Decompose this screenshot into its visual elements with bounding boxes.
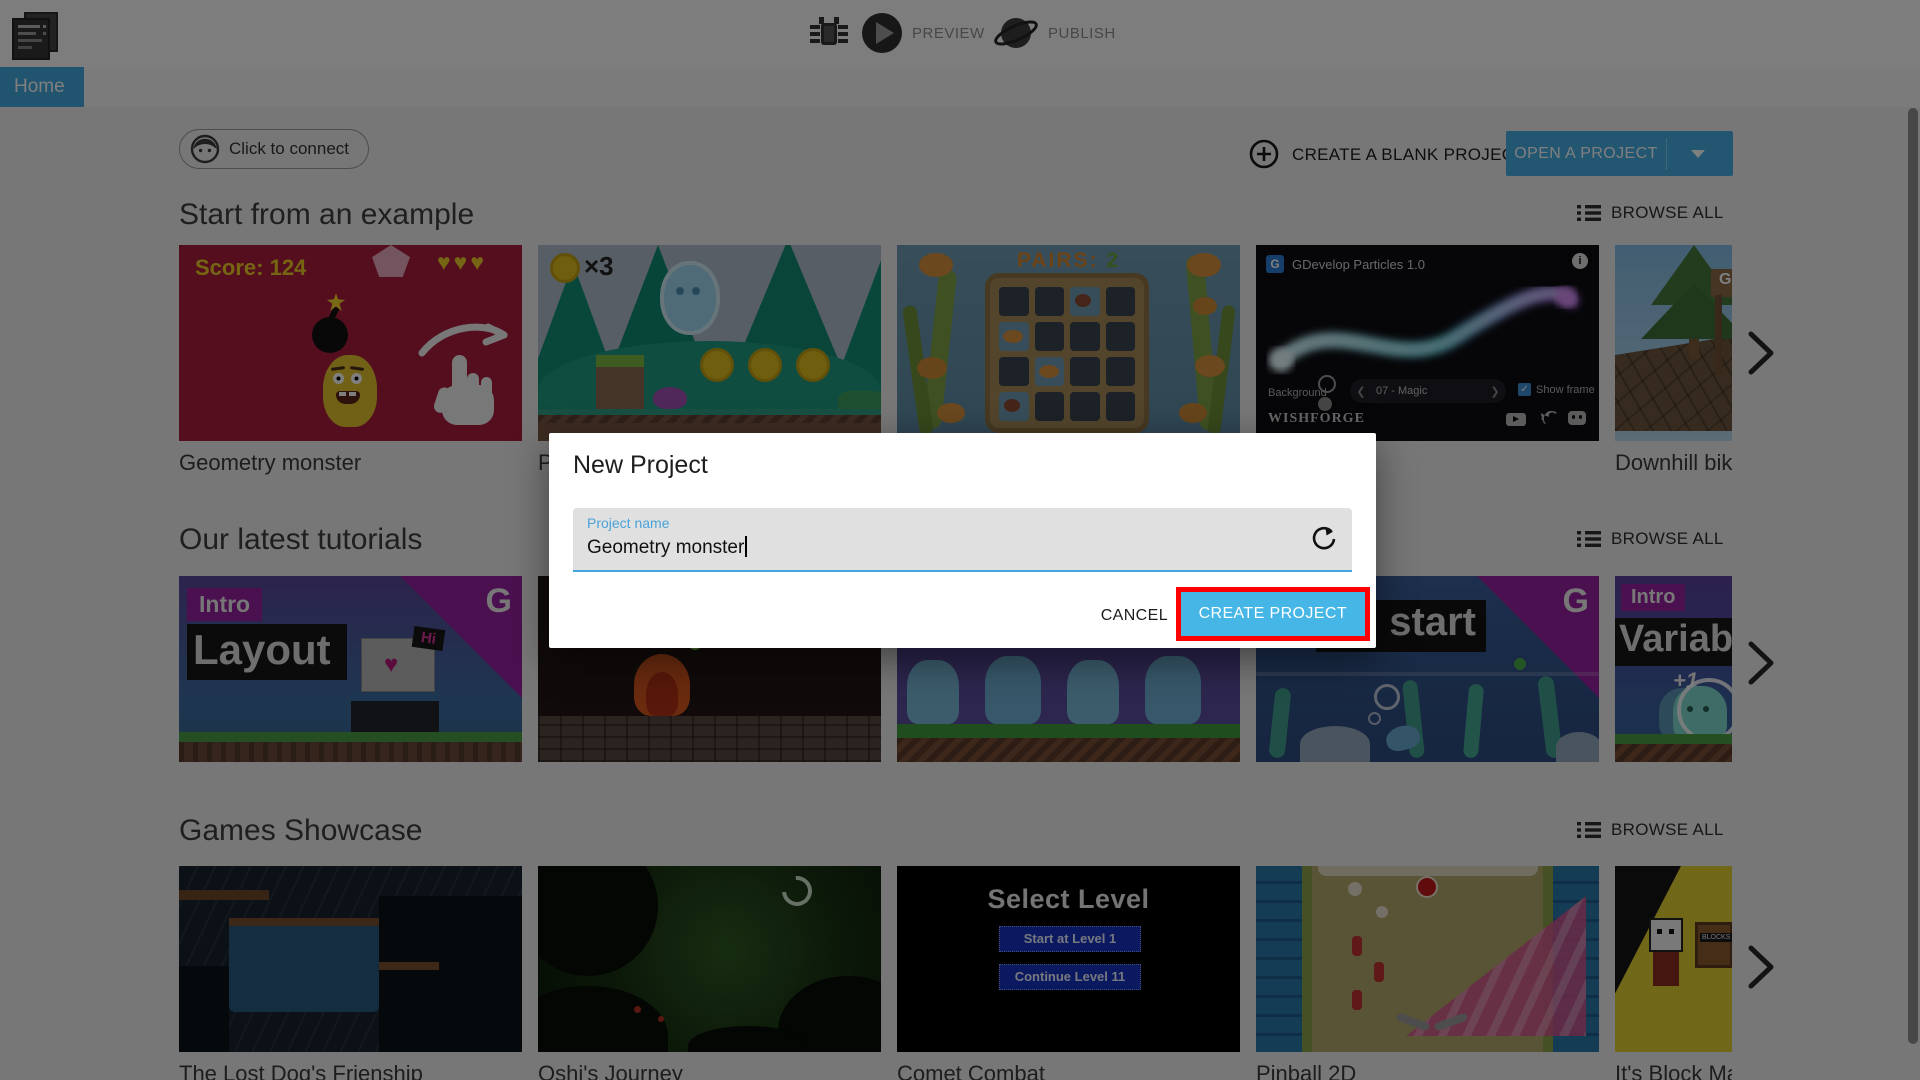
dialog-title: New Project xyxy=(573,451,708,479)
text-cursor xyxy=(745,536,748,557)
project-name-value[interactable]: Geometry monster xyxy=(587,536,748,559)
project-name-field[interactable]: Project name Geometry monster xyxy=(573,508,1352,572)
refresh-icon[interactable] xyxy=(1310,525,1338,553)
annotation-highlight-box: CREATE PROJECT xyxy=(1175,587,1370,641)
cancel-button[interactable]: CANCEL xyxy=(1093,599,1176,633)
new-project-dialog: New Project Project name Geometry monste… xyxy=(549,433,1376,648)
create-project-button[interactable]: CREATE PROJECT xyxy=(1180,592,1365,636)
field-label: Project name xyxy=(587,515,670,531)
field-text: Geometry monster xyxy=(587,537,745,558)
